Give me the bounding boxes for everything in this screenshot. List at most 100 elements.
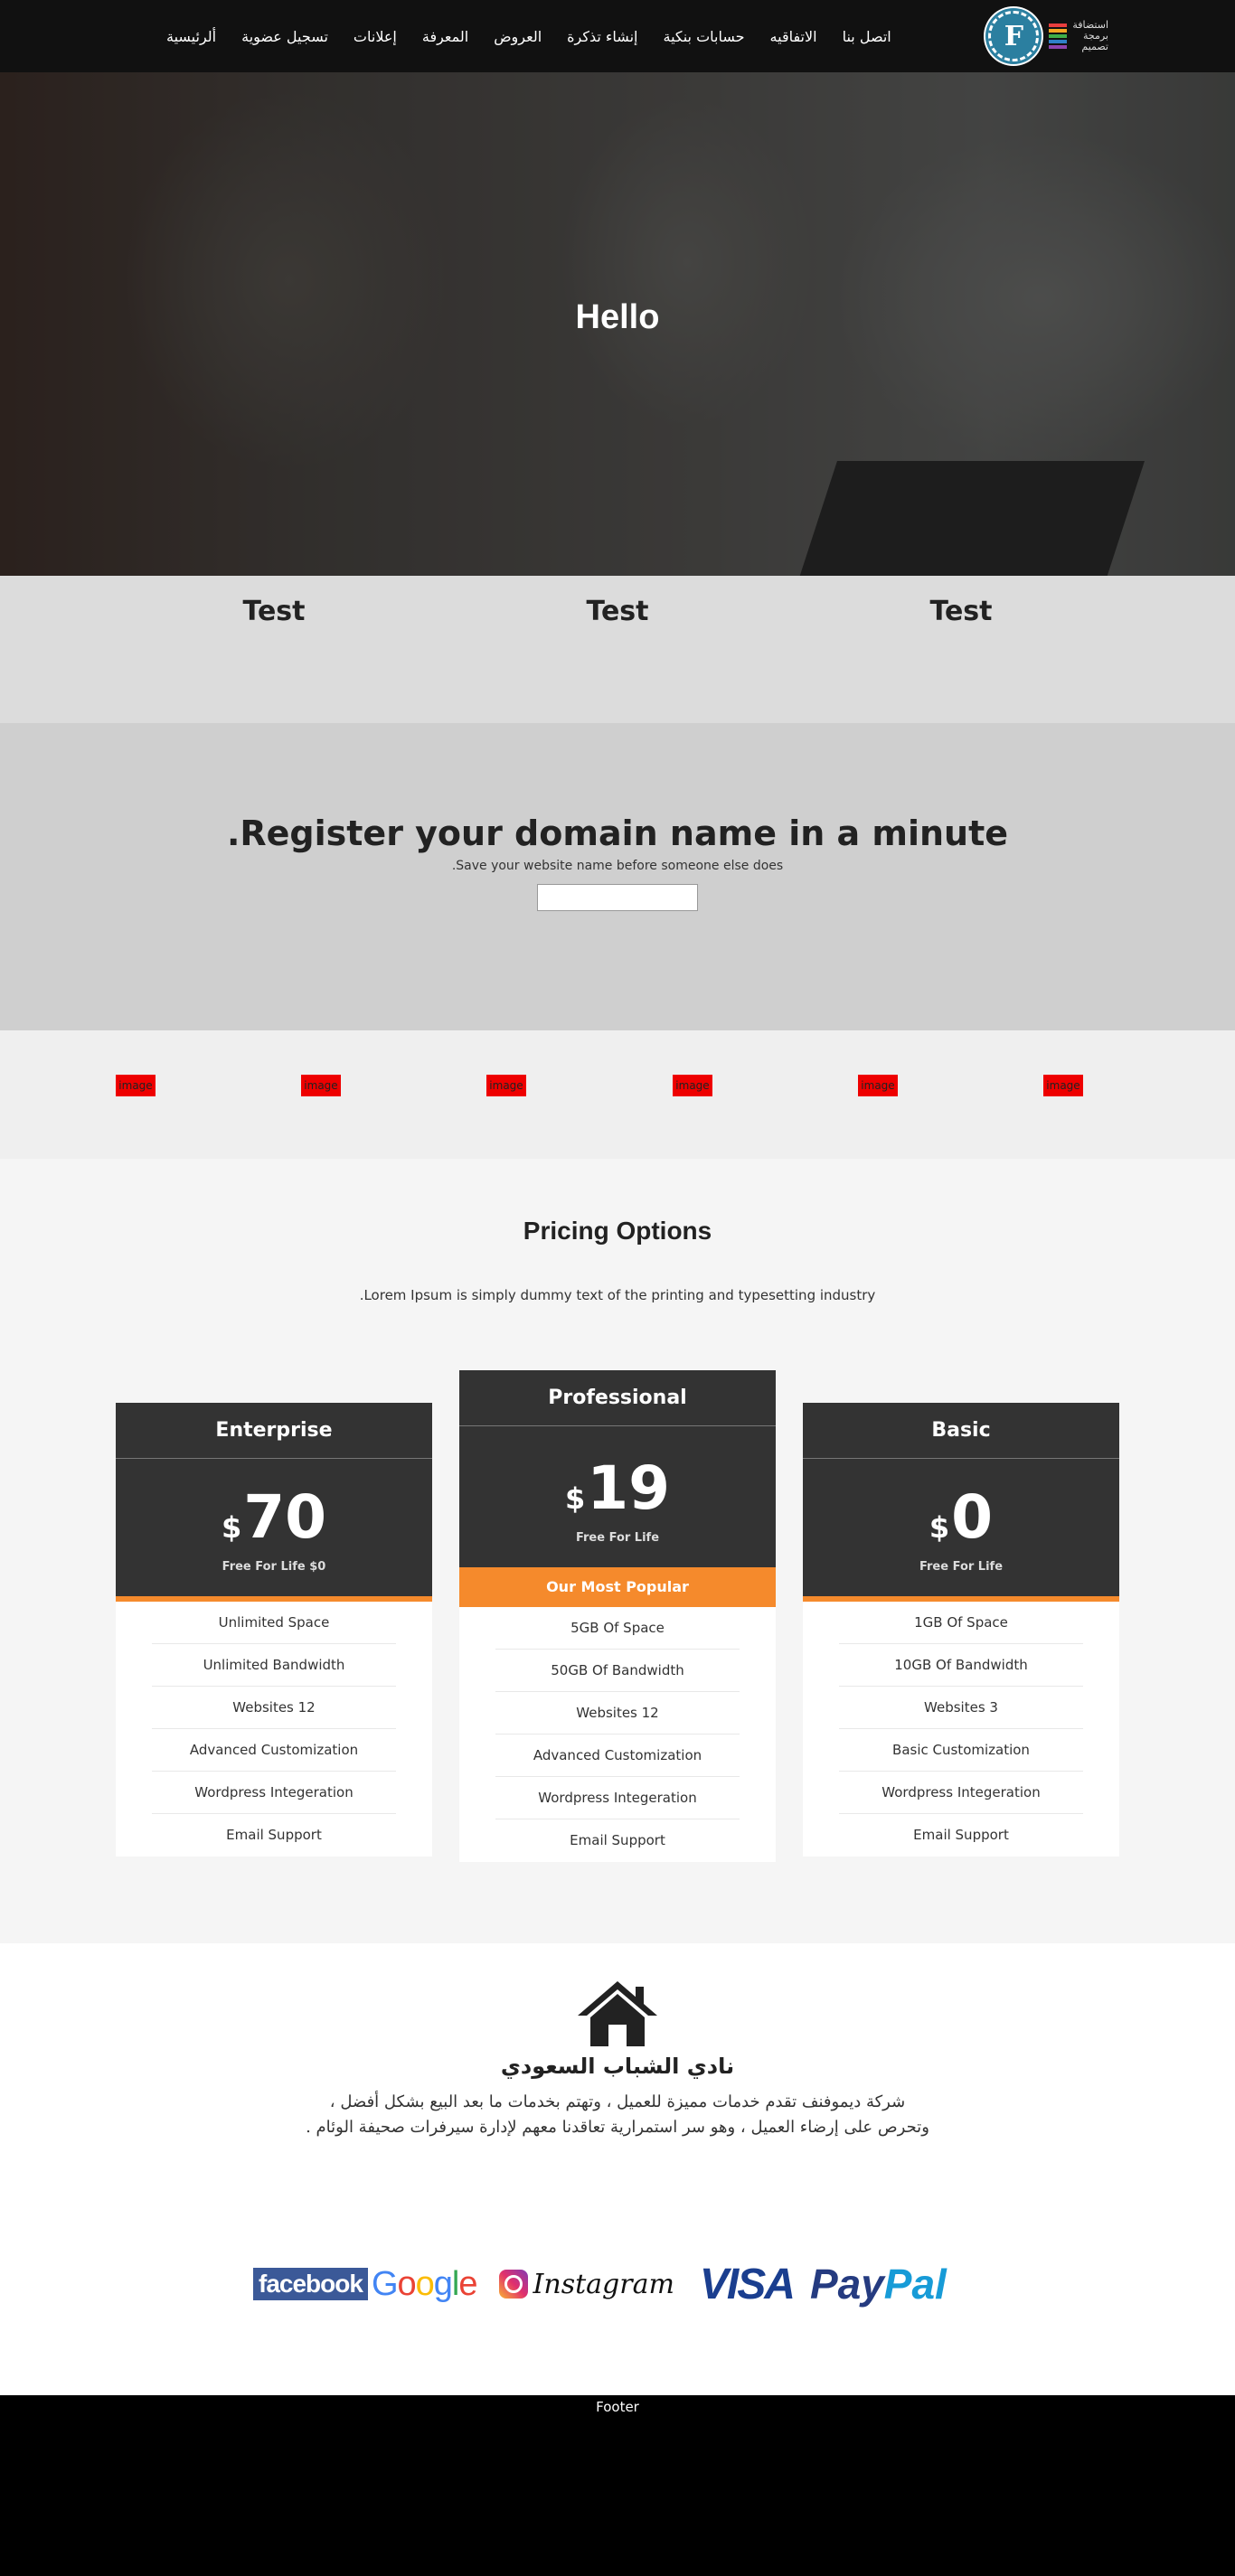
plan-feature: Websites 12 [152, 1687, 396, 1729]
partner-image: image [301, 1075, 341, 1096]
plan-feature: Advanced Customization [495, 1735, 740, 1777]
paypal-part-2: Pal [883, 2261, 947, 2308]
domain-subtitle: .Save your website name before someone e… [451, 859, 784, 873]
logo-stripe [1049, 40, 1068, 43]
plan-feature: Email Support [226, 1827, 322, 1843]
plan-feature: Advanced Customization [152, 1729, 396, 1772]
plan-price-block: $ 19 Free For Life [459, 1426, 776, 1567]
domain-search-section: .Register your domain name in a minute .… [0, 723, 1235, 1030]
google-letter: o [415, 2264, 435, 2303]
plan-price: 70 [243, 1482, 327, 1552]
partner-image: image [1043, 1075, 1083, 1096]
nav-item-home[interactable]: ألرئيسية [154, 28, 229, 45]
home-icon [578, 1981, 657, 2046]
pricing-subtitle: .Lorem Ipsum is simply dummy text of the… [359, 1287, 876, 1303]
hero-laptop-shape [790, 461, 1145, 576]
partner-image: image [858, 1075, 898, 1096]
about-line: وتحرص على إرضاء العميل ، وهو سر استمراري… [306, 2118, 929, 2137]
navbar: ألرئيسية تسجيل عضوية إعلانات المعرفة الع… [0, 0, 1235, 72]
domain-input[interactable] [537, 884, 698, 911]
currency-symbol: $ [929, 1510, 950, 1545]
nav-item-agreement[interactable]: الاتفاقيه [758, 28, 830, 45]
partner-images-row: image image image image image image [0, 1030, 1235, 1159]
hero-title: Hello [575, 298, 660, 336]
plan-price: 19 [587, 1453, 671, 1523]
plan-feature: Websites 3 [839, 1687, 1083, 1729]
facebook-logo[interactable]: facebook [253, 2268, 368, 2300]
plan-feature: Wordpress Integeration [152, 1772, 396, 1814]
google-letter: g [433, 2264, 453, 2303]
about-line: شركة ديموفنف تقدم خدمات مميزة للعميل ، و… [329, 2092, 906, 2111]
google-logo[interactable]: Google [371, 2264, 478, 2304]
pricing-card-basic: Basic $ 0 Free For Life 1GB Of Space 10G… [803, 1403, 1119, 1857]
plan-feature-list: 5GB Of Space 50GB Of Bandwidth Websites … [459, 1607, 776, 1862]
footer-text: Footer [596, 2399, 639, 2415]
plan-feature: Unlimited Space [152, 1602, 396, 1644]
plan-note: Free For Life [575, 1531, 660, 1545]
nav-item-contact[interactable]: اتصل بنا [830, 28, 904, 45]
plan-price-block: $ 0 Free For Life [803, 1459, 1119, 1596]
logo-letter: F [985, 8, 1042, 64]
plan-feature: 1GB Of Space [839, 1602, 1083, 1644]
google-letter: G [371, 2264, 399, 2303]
instagram-logo[interactable]: Instagram [498, 2268, 674, 2300]
nav-item-offers[interactable]: العروض [481, 28, 554, 45]
partner-image: image [673, 1075, 712, 1096]
main-nav: ألرئيسية تسجيل عضوية إعلانات المعرفة الع… [154, 0, 904, 72]
logo-text: استضافة برمجة تصميم [1072, 20, 1108, 52]
footer: Footer [0, 2395, 1235, 2576]
about-title: نادي الشباب السعودي [500, 2054, 735, 2079]
plan-feature: Email Support [913, 1827, 1009, 1843]
logo-stripe [1049, 34, 1068, 38]
plan-feature: Wordpress Integeration [495, 1777, 740, 1819]
nav-item-ads[interactable]: إعلانات [341, 28, 410, 45]
google-letter: e [458, 2264, 477, 2303]
about-section: نادي الشباب السعودي شركة ديموفنف تقدم خد… [0, 1943, 1235, 2395]
logo-stripe [1049, 29, 1068, 33]
nav-item-knowledge[interactable]: المعرفة [410, 28, 481, 45]
partner-image: image [116, 1075, 156, 1096]
plan-name: Professional [459, 1370, 776, 1426]
logo-stripes-icon [1049, 24, 1068, 49]
google-letter: o [397, 2264, 417, 2303]
pricing-section: Pricing Options .Lorem Ipsum is simply d… [0, 1159, 1235, 1943]
logo-badge-icon: F [984, 6, 1044, 66]
hero-banner: Hello [0, 72, 1235, 576]
plan-name: Enterprise [116, 1403, 432, 1459]
visa-logo: VISA [699, 2260, 796, 2308]
plan-feature-list: 1GB Of Space 10GB Of Bandwidth Websites … [803, 1602, 1119, 1857]
most-popular-badge: Our Most Popular [459, 1567, 776, 1607]
plan-feature: 50GB Of Bandwidth [495, 1650, 740, 1692]
brand-logo[interactable]: F استضافة برمجة تصميم [984, 4, 1108, 69]
domain-title: .Register your domain name in a minute [226, 813, 1009, 853]
partner-logos: facebook Google Instagram VISA PayPal [253, 2257, 947, 2311]
plan-feature: Email Support [570, 1832, 665, 1848]
plan-feature: Unlimited Bandwidth [152, 1644, 396, 1687]
plan-note: Free For Life [919, 1560, 1004, 1574]
test-item: Test [242, 596, 306, 627]
plan-feature: Websites 12 [495, 1692, 740, 1735]
plan-feature: 5GB Of Space [495, 1607, 740, 1650]
instagram-wordmark: Instagram [533, 2268, 674, 2300]
nav-item-bank-accounts[interactable]: حسابات بنكية [650, 28, 757, 45]
plan-price-block: $ 70 Free For Life $0 [116, 1459, 432, 1596]
partner-image: image [486, 1075, 526, 1096]
plan-note: Free For Life $0 [222, 1560, 326, 1574]
logo-text-line: تصميم [1081, 41, 1108, 52]
plan-feature-list: Unlimited Space Unlimited Bandwidth Webs… [116, 1602, 432, 1857]
pricing-card-professional: Professional $ 19 Free For Life Our Most… [459, 1370, 776, 1862]
nav-item-ticket[interactable]: إنشاء تذكرة [554, 28, 650, 45]
plan-feature: Wordpress Integeration [839, 1772, 1083, 1814]
currency-symbol: $ [221, 1510, 242, 1545]
test-item: Test [929, 596, 993, 627]
nav-item-register[interactable]: تسجيل عضوية [229, 28, 341, 45]
pricing-title: Pricing Options [523, 1217, 712, 1245]
logo-stripe [1049, 24, 1068, 27]
paypal-logo: PayPal [810, 2260, 947, 2308]
plan-feature: 10GB Of Bandwidth [839, 1644, 1083, 1687]
plan-price: 0 [951, 1482, 994, 1552]
test-item: Test [586, 596, 649, 627]
pricing-card-enterprise: Enterprise $ 70 Free For Life $0 Unlimit… [116, 1403, 432, 1857]
about-description: شركة ديموفنف تقدم خدمات مميزة للعميل ، و… [0, 2090, 1235, 2140]
currency-symbol: $ [564, 1481, 586, 1516]
